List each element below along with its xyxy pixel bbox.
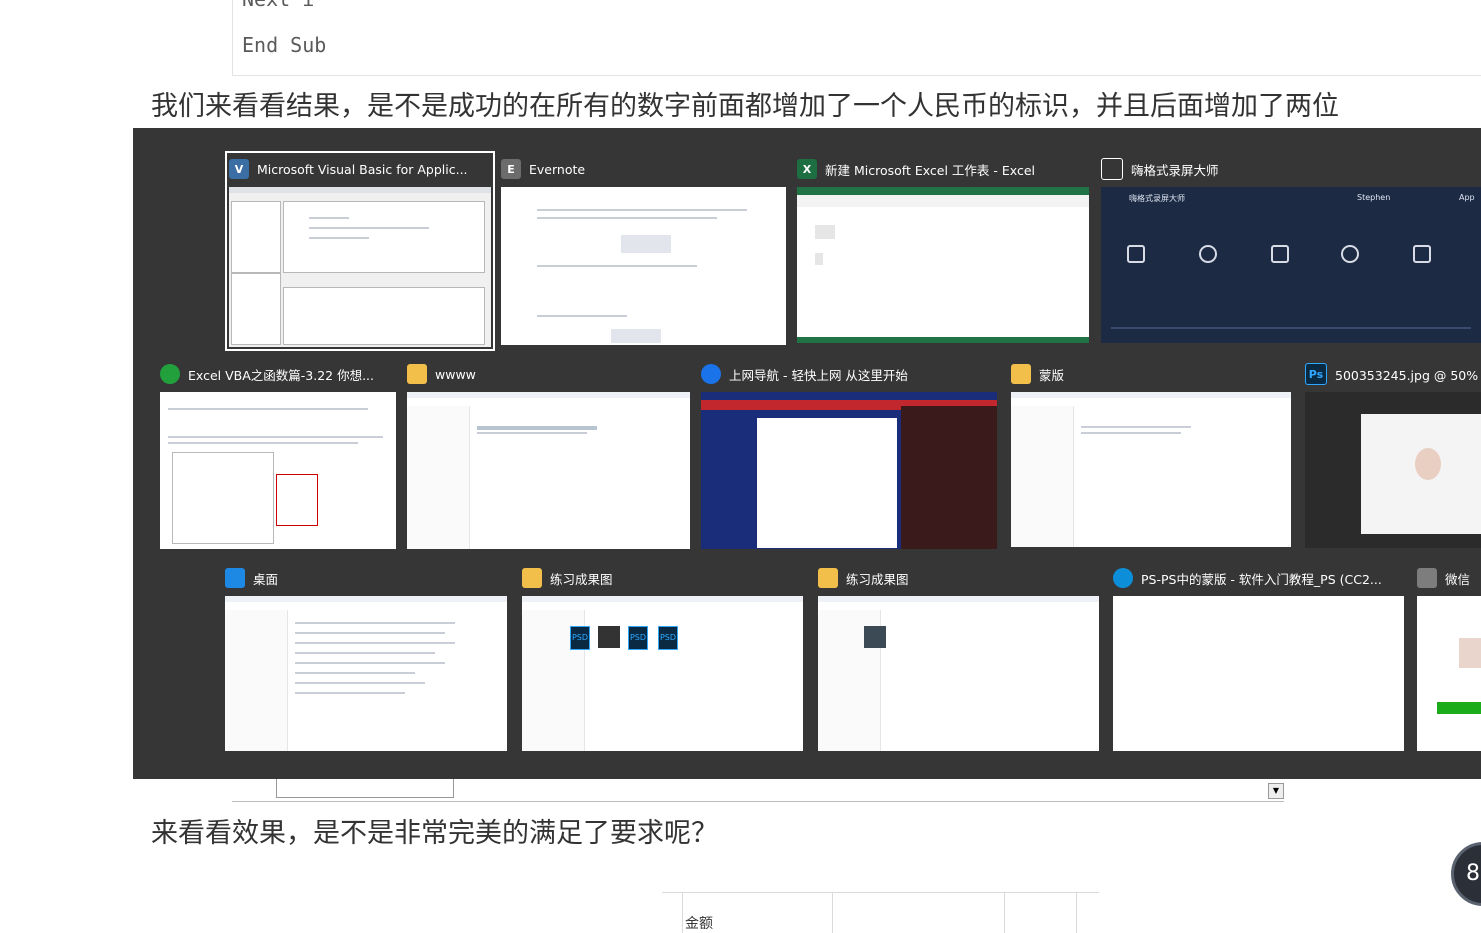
window-thumbnail [160,392,396,549]
paragraph-result: 我们来看看结果，是不是成功的在所有的数字前面都增加了一个人民币的标识，并且后面增… [151,91,1339,122]
recorder-icon [1101,158,1123,180]
window-header: 嗨格式录屏大师 [1101,155,1481,183]
window-thumbnail [701,392,997,549]
table-col-line [682,893,683,933]
window-folder-mask[interactable]: 蒙版 [1011,360,1291,547]
window-vba-course[interactable]: Excel VBA之函数篇-3.22 你想... [160,360,396,549]
window-title: wwww [435,366,476,382]
recorder-tab: App [1459,193,1475,202]
desktop-icon [225,568,245,588]
window-title: 新建 Microsoft Excel 工作表 - Excel [825,162,1035,178]
window-thumbnail [1417,596,1481,751]
paragraph-effect: 来看看效果，是不是非常完美的满足了要求呢？ [151,818,718,849]
window-header: 桌面 [225,564,507,592]
window-title: 桌面 [253,571,279,587]
window-thumbnail [229,187,491,347]
window-edge-ps-tutorial[interactable]: PS-PS中的蒙版 - 软件入门教程_PS (CC2... [1113,564,1404,751]
code-line-end-sub: End Sub [242,33,327,57]
window-header: 蒙版 [1011,360,1291,388]
window-thumbnail [1305,392,1481,548]
window-header: V Microsoft Visual Basic for Applic... [229,155,491,183]
window-screen-recorder[interactable]: 嗨格式录屏大师 嗨格式录屏大师 Stephen App [1101,155,1481,343]
window-header: 上网导航 - 轻快上网 从这里开始 [701,360,997,388]
window-wechat[interactable]: 微信 [1417,564,1481,751]
window-header: 练习成果图 [818,564,1099,592]
folder-icon [818,568,838,588]
photoshop-icon: Ps [1305,363,1327,385]
editor-box [276,779,454,798]
window-header: 练习成果图 [522,564,803,592]
window-title: 500353245.jpg @ 50% (图 [1335,367,1481,383]
window-desktop[interactable]: 桌面 [225,564,507,751]
folder-icon [1011,364,1031,384]
window-vba-editor[interactable]: V Microsoft Visual Basic for Applic... [225,151,495,351]
editor-remnant: ▼ [232,779,1284,802]
window-title: Microsoft Visual Basic for Applic... [257,161,468,177]
folder-icon [407,364,427,384]
window-header: X 新建 Microsoft Excel 工作表 - Excel [797,155,1089,183]
window-title: Excel VBA之函数篇-3.22 你想... [188,367,374,383]
framerate-icon [1271,245,1289,263]
window-browser-nav[interactable]: 上网导航 - 轻快上网 从这里开始 [701,360,997,549]
vba-icon: V [229,159,249,179]
table-col-line [1004,893,1005,933]
code-line-next: Next i [242,0,314,11]
browser-icon [701,364,721,384]
window-thumbnail [1011,392,1291,547]
window-thumbnail [797,187,1089,343]
wechat-icon [1417,568,1437,588]
table-cell-amount: 金额 [685,916,713,932]
window-header: E Evernote [501,155,786,183]
edge-icon [1113,568,1133,588]
window-excel[interactable]: X 新建 Microsoft Excel 工作表 - Excel [797,155,1089,343]
window-photoshop[interactable]: Ps 500353245.jpg @ 50% (图 [1305,360,1481,548]
window-header: Ps 500353245.jpg @ 50% (图 [1305,360,1481,388]
audio-icon [1413,245,1431,263]
camera-icon [1341,245,1359,263]
window-thumbnail [407,392,690,549]
window-title: 上网导航 - 轻快上网 从这里开始 [729,367,908,383]
recorder-user: Stephen [1357,193,1391,202]
table-col-line [1076,893,1077,933]
window-title: 微信 [1445,571,1471,587]
window-evernote[interactable]: E Evernote [501,155,786,345]
green-app-icon [160,364,180,384]
window-thumbnail: 嗨格式录屏大师 Stephen App [1101,187,1481,343]
window-header: Excel VBA之函数篇-3.22 你想... [160,360,396,388]
code-block: Next i End Sub [232,0,1481,76]
badge-number: 8 [1466,861,1480,886]
quality-icon [1199,245,1217,263]
window-title: PS-PS中的蒙版 - 软件入门教程_PS (CC2... [1141,571,1382,587]
window-title: 练习成果图 [550,571,613,587]
window-header: 微信 [1417,564,1481,592]
window-title: Evernote [529,161,586,177]
task-switcher: V Microsoft Visual Basic for Applic... E… [133,128,1481,779]
window-title: 蒙版 [1039,367,1065,383]
table-col-line [832,893,833,933]
window-thumbnail [818,596,1099,751]
excel-table-snippet: 金额 [662,892,1099,933]
window-header: wwww [407,360,690,388]
window-header: PS-PS中的蒙版 - 软件入门教程_PS (CC2... [1113,564,1404,592]
floating-badge-button[interactable]: 8 [1451,842,1481,906]
excel-icon: X [797,159,817,179]
folder-icon [522,568,542,588]
window-title: 嗨格式录屏大师 [1131,162,1219,178]
window-thumbnail: PSD PSD PSD [522,596,803,751]
window-thumbnail [501,187,786,345]
format-icon [1127,245,1145,263]
dropdown-arrow-icon[interactable]: ▼ [1268,783,1284,799]
window-thumbnail [1113,596,1404,751]
window-title: 练习成果图 [846,571,909,587]
window-folder-wwww[interactable]: wwww [407,360,690,549]
recorder-brand: 嗨格式录屏大师 [1129,194,1185,203]
window-folder-practice-1[interactable]: 练习成果图 PSD PSD PSD [522,564,803,751]
evernote-icon: E [501,159,521,179]
window-thumbnail [225,596,507,751]
window-folder-practice-2[interactable]: 练习成果图 [818,564,1099,751]
